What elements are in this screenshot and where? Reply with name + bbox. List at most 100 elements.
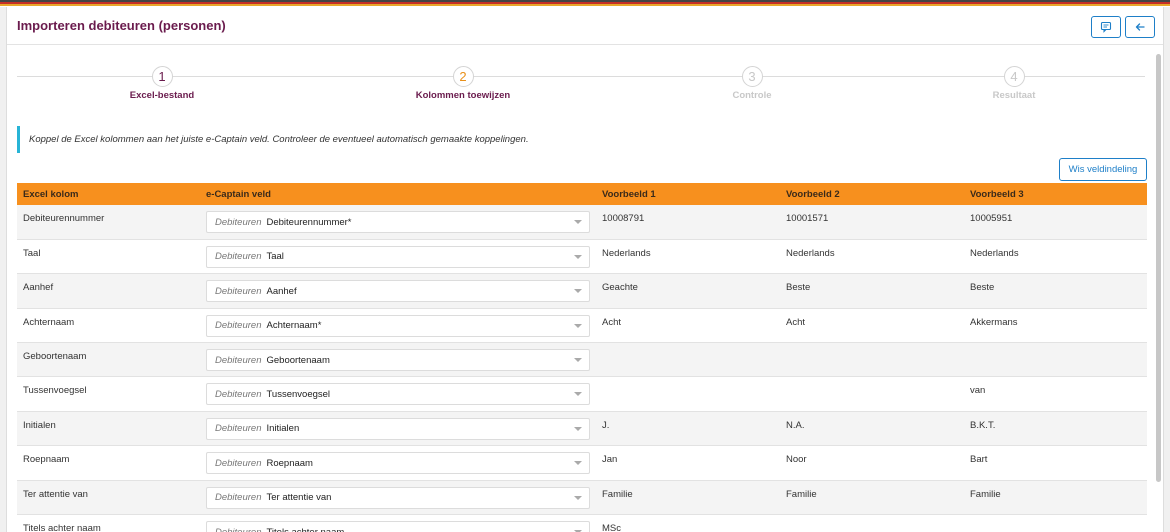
field-select-prefix: Debiteuren	[215, 320, 262, 332]
field-select[interactable]: Debiteuren Roepnaam	[206, 452, 590, 475]
excel-column-name: Taal	[23, 247, 41, 259]
field-select-prefix: Debiteuren	[215, 216, 262, 228]
field-select[interactable]: Debiteuren Debiteurennummer*	[206, 211, 590, 233]
excel-column-name: Initialen	[23, 419, 56, 431]
example-3: Familie	[970, 488, 1001, 500]
chevron-down-icon	[574, 323, 582, 328]
table-row: Geboortenaam Debiteuren Geboortenaam	[17, 342, 1147, 377]
example-1: Geachte	[602, 282, 638, 294]
main-panel: Importeren debiteuren (personen) 1 Excel…	[6, 7, 1164, 532]
field-select-value: Geboortenaam	[266, 354, 330, 366]
field-select-value: Aanhef	[266, 285, 297, 297]
header-actions	[1091, 16, 1155, 38]
example-2: Acht	[786, 316, 806, 328]
brand-stripe	[0, 0, 1170, 7]
field-select-value: Initialen	[266, 423, 300, 435]
excel-column-name: Titels achter naam	[23, 523, 101, 532]
chevron-down-icon	[574, 392, 582, 397]
table-row: Tussenvoegsel Debiteuren Tussenvoegsel van	[17, 376, 1147, 412]
table-header-row: Excel kolom e-Captain veld Voorbeeld 1 V…	[17, 183, 1147, 205]
example-3: van	[970, 385, 986, 397]
example-3	[964, 343, 1147, 377]
excel-column-name: Aanhef	[23, 282, 54, 294]
field-select-prefix: Debiteuren	[215, 492, 262, 504]
excel-column-name: Achternaam	[23, 316, 75, 328]
field-select-prefix: Debiteuren	[215, 527, 261, 532]
field-cell: Debiteuren Roepnaam	[200, 446, 596, 480]
excel-column-name: Debiteurennummer	[23, 213, 105, 224]
chevron-down-icon	[574, 289, 582, 294]
field-select-value: Tussenvoegsel	[266, 388, 331, 400]
field-cell: Debiteuren Debiteurennummer*	[200, 205, 596, 239]
step-label: Excel-bestand	[129, 90, 195, 101]
example-1: 10008791	[602, 213, 645, 224]
example-3	[964, 515, 1147, 532]
field-select[interactable]: Debiteuren Geboortenaam	[206, 349, 590, 372]
arrow-left-icon	[1135, 23, 1145, 31]
header-voorbeeld-1: Voorbeeld 1	[596, 183, 780, 205]
scrollbar-thumb[interactable]	[1156, 54, 1161, 482]
field-select[interactable]: Debiteuren Aanhef	[206, 280, 590, 303]
field-select-value: Titels achter naam	[266, 527, 344, 532]
field-cell: Debiteuren Geboortenaam	[200, 343, 596, 377]
example-3: 10005951	[970, 213, 1013, 224]
chevron-down-icon	[574, 220, 582, 224]
field-cell: Debiteuren Taal	[200, 239, 596, 273]
table-row: Debiteurennummer Debiteuren Debiteurennumm…	[17, 205, 1147, 240]
table-row: Titels achter naam Debiteuren Titels achte…	[17, 514, 1147, 532]
excel-column-name: Geboortenaam	[23, 351, 87, 363]
field-select-value: Debiteurennummer*	[266, 216, 352, 228]
field-cell: Debiteuren Ter attentie van	[200, 480, 596, 514]
example-2: Nederlands	[786, 247, 835, 259]
header-ecaptain-veld: e-Captain veld	[200, 183, 596, 205]
header-voorbeeld-3: Voorbeeld 3	[964, 183, 1147, 205]
feedback-button[interactable]	[1091, 16, 1121, 38]
example-1: Jan	[602, 454, 618, 466]
table-row: Achternaam Debiteuren Achternaam* Acht Acht A…	[17, 308, 1147, 343]
step-number: 1	[151, 66, 173, 87]
field-select[interactable]: Debiteuren Taal	[206, 245, 590, 268]
message-icon	[1100, 21, 1112, 33]
field-select[interactable]: Debiteuren Initialen	[206, 417, 590, 440]
table-row: Ter attentie van Debiteuren Ter attentie v…	[17, 480, 1147, 515]
example-3: Bart	[970, 454, 988, 466]
example-1: MSc	[602, 523, 621, 532]
back-button[interactable]	[1125, 16, 1155, 38]
table-row: Roepnaam Debiteuren Roepnaam Jan Noor Bart	[17, 445, 1147, 481]
page-title: Importeren debiteuren (personen)	[17, 18, 226, 33]
clear-mapping-button[interactable]: Wis veldindeling	[1059, 158, 1147, 181]
chevron-down-icon	[574, 254, 582, 259]
step-resultaat: 4 Resultaat	[934, 66, 1094, 101]
field-cell: Debiteuren Aanhef	[200, 274, 596, 308]
step-kolommen-toewijzen: 2 Kolommen toewijzen	[383, 66, 543, 101]
chevron-down-icon	[574, 358, 582, 363]
example-3: Akkermans	[970, 316, 1018, 328]
field-select[interactable]: Debiteuren Ter attentie van	[206, 486, 590, 509]
example-1	[596, 343, 780, 377]
field-select-prefix: Debiteuren	[215, 354, 262, 366]
field-select[interactable]: Debiteuren Tussenvoegsel	[206, 383, 590, 406]
vertical-scrollbar[interactable]	[1155, 48, 1162, 490]
field-select[interactable]: Debiteuren Titels achter naam	[206, 521, 590, 532]
example-3: Beste	[970, 282, 995, 294]
field-select-value: Roepnaam	[266, 457, 313, 469]
field-select-prefix: Debiteuren	[215, 285, 262, 297]
excel-column-name: Tussenvoegsel	[23, 385, 87, 397]
info-message: Koppel de Excel kolommen aan het juiste …	[17, 126, 529, 153]
example-2	[780, 515, 964, 532]
example-2: Familie	[786, 488, 817, 500]
table-row: Taal Debiteuren Taal Nederlands Nederlands Ne…	[17, 239, 1147, 274]
field-select-prefix: Debiteuren	[215, 251, 262, 263]
step-number: 3	[741, 66, 763, 87]
table-row: Aanhef Debiteuren Aanhef Geachte Beste Beste	[17, 273, 1147, 309]
field-select[interactable]: Debiteuren Achternaam*	[206, 314, 590, 337]
header-excel-kolom: Excel kolom	[17, 183, 200, 205]
field-select-value: Ter attentie van	[266, 492, 332, 504]
page-header: Importeren debiteuren (personen)	[7, 7, 1163, 45]
field-cell: Debiteuren Tussenvoegsel	[200, 377, 596, 411]
chevron-down-icon	[574, 426, 582, 431]
excel-column-name: Roepnaam	[23, 454, 70, 466]
example-1	[596, 377, 780, 411]
step-controle: 3 Controle	[672, 66, 832, 101]
column-mapping-table: Excel kolom e-Captain veld Voorbeeld 1 V…	[17, 183, 1147, 532]
